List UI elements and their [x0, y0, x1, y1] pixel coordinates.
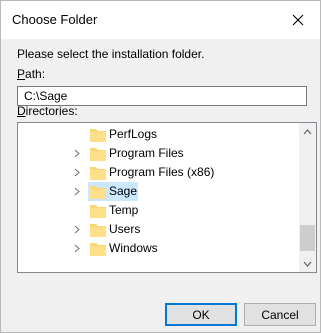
- tree-item-temp[interactable]: Temp: [18, 201, 299, 220]
- window-title: Choose Folder: [12, 12, 98, 27]
- vertical-scrollbar[interactable]: [299, 123, 316, 272]
- path-label-rest: ath:: [25, 67, 46, 81]
- tree-item-label: Users: [109, 222, 141, 236]
- tree-item-label: PerfLogs: [109, 127, 158, 141]
- instruction-text: Please select the installation folder.: [17, 47, 205, 61]
- close-icon: [292, 14, 304, 26]
- tree-item-label: Windows: [109, 241, 158, 255]
- chevron-right-icon[interactable]: [72, 239, 82, 258]
- tree-item-label: Program Files (x86): [109, 165, 215, 179]
- directories-list: PerfLogs Program Files Program Files (x8…: [18, 123, 299, 272]
- folder-icon: [90, 129, 106, 142]
- cancel-button[interactable]: Cancel: [244, 303, 316, 326]
- directories-label: Directories:: [17, 104, 78, 118]
- tree-item-program-files[interactable]: Program Files: [18, 144, 299, 163]
- chevron-up-icon: [303, 128, 312, 134]
- folder-icon: [90, 243, 106, 256]
- ok-button[interactable]: OK: [165, 303, 237, 326]
- chevron-right-icon[interactable]: [72, 220, 82, 239]
- tree-item-label: Sage: [109, 184, 138, 198]
- chevron-right-icon[interactable]: [72, 163, 82, 182]
- folder-icon: [90, 205, 106, 218]
- scroll-thumb[interactable]: [300, 225, 315, 251]
- tree-item-users[interactable]: Users: [18, 220, 299, 239]
- scroll-down-button[interactable]: [299, 255, 316, 272]
- title-bar: Choose Folder: [1, 1, 320, 39]
- path-input[interactable]: [17, 86, 307, 106]
- chevron-right-icon[interactable]: [72, 182, 82, 201]
- scroll-up-button[interactable]: [299, 123, 316, 140]
- tree-item-label: Program Files: [109, 146, 184, 160]
- choose-folder-dialog: Choose Folder Please select the installa…: [0, 0, 321, 333]
- chevron-down-icon: [303, 261, 312, 267]
- tree-item-program-files-x86[interactable]: Program Files (x86): [18, 163, 299, 182]
- tree-item-label: Temp: [109, 203, 139, 217]
- chevron-right-icon[interactable]: [72, 144, 82, 163]
- directories-label-mnemonic: D: [17, 104, 26, 118]
- path-label: Path:: [17, 67, 45, 81]
- folder-icon: [90, 148, 106, 161]
- close-button[interactable]: [276, 1, 320, 39]
- tree-item-windows[interactable]: Windows: [18, 239, 299, 258]
- directories-label-rest: irectories:: [25, 104, 78, 118]
- tree-item-sage[interactable]: Sage: [18, 182, 299, 201]
- folder-icon: [90, 167, 106, 180]
- path-label-mnemonic: P: [17, 67, 26, 81]
- directories-tree[interactable]: PerfLogs Program Files Program Files (x8…: [17, 122, 317, 273]
- folder-icon: [90, 186, 106, 199]
- tree-item-perflogs[interactable]: PerfLogs: [18, 125, 299, 144]
- folder-icon: [90, 224, 106, 237]
